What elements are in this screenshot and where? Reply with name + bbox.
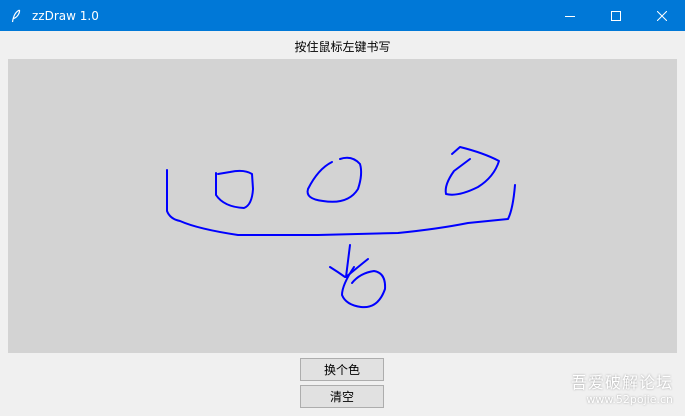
- clear-button[interactable]: 清空: [300, 385, 384, 408]
- drawn-stroke: [341, 266, 387, 309]
- window-controls: [547, 0, 685, 31]
- watermark-title: 吾爱破解论坛: [570, 373, 673, 392]
- maximize-button[interactable]: [593, 0, 639, 31]
- close-icon: [656, 6, 668, 25]
- close-button[interactable]: [639, 0, 685, 31]
- feather-icon: [9, 8, 23, 24]
- drawn-stroke: [329, 244, 369, 278]
- title-bar[interactable]: zzDraw 1.0: [0, 0, 685, 31]
- app-window: zzDraw 1.0 按住鼠标左键书写 换个色 清空 吾爱破解论坛 www.52…: [0, 0, 685, 416]
- drawn-stroke: [306, 156, 363, 203]
- drawn-stroke: [166, 169, 516, 236]
- maximize-icon: [611, 6, 621, 25]
- window-title: zzDraw 1.0: [32, 8, 99, 23]
- drawn-stroke: [444, 146, 500, 196]
- change-color-button[interactable]: 换个色: [300, 358, 384, 381]
- minimize-button[interactable]: [547, 0, 593, 31]
- drawn-stroke: [215, 169, 254, 209]
- minimize-icon: [565, 6, 575, 25]
- instruction-label: 按住鼠标左键书写: [294, 40, 391, 54]
- watermark-url: www.52pojie.cn: [586, 393, 673, 406]
- drawing-canvas[interactable]: [8, 59, 677, 353]
